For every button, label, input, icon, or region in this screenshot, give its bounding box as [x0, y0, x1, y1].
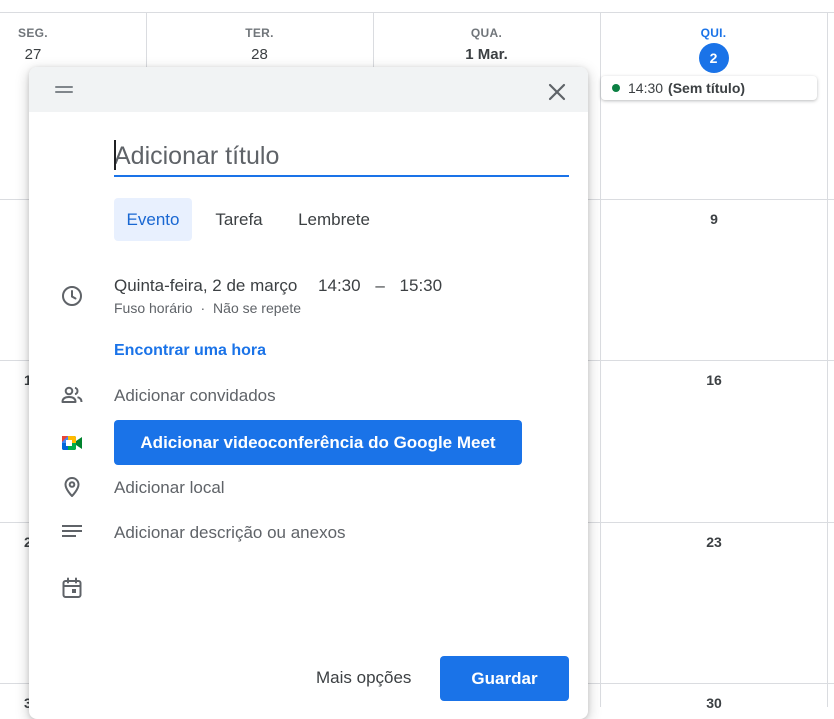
- cell-date[interactable]: 23: [699, 534, 729, 550]
- event-date[interactable]: Quinta-feira, 2 de março: [114, 276, 297, 295]
- more-options-button[interactable]: Mais opções: [316, 668, 411, 688]
- event-chip[interactable]: 14:30 (Sem título): [601, 76, 817, 100]
- tab-task[interactable]: Tarefa: [204, 198, 274, 241]
- tab-reminder[interactable]: Lembrete: [288, 198, 380, 241]
- dialog-header[interactable]: [29, 67, 588, 112]
- event-color-dot: [612, 84, 620, 92]
- add-description-field[interactable]: Adicionar descrição ou anexos: [114, 523, 346, 543]
- cell-date[interactable]: 30: [699, 695, 729, 711]
- event-start-time[interactable]: 14:30: [318, 276, 361, 295]
- day-header-monday[interactable]: SEG. 27: [0, 26, 66, 63]
- day-of-week: TER.: [245, 26, 274, 40]
- find-time-link[interactable]: Encontrar uma hora: [114, 342, 266, 360]
- tab-event[interactable]: Evento: [114, 198, 192, 241]
- text-cursor: [114, 140, 116, 170]
- day-number[interactable]: 27: [0, 46, 66, 63]
- timezone-link[interactable]: Fuso horário: [114, 300, 193, 316]
- save-button[interactable]: Guardar: [440, 656, 569, 701]
- day-of-week: QUA.: [470, 26, 503, 40]
- add-google-meet-button[interactable]: Adicionar videoconferência do Google Mee…: [114, 420, 522, 465]
- cell-date[interactable]: 9: [699, 211, 729, 227]
- people-icon: [61, 386, 83, 403]
- day-header-thursday[interactable]: QUI. 2: [600, 26, 827, 73]
- title-input[interactable]: [114, 137, 569, 177]
- today-date-badge[interactable]: 2: [698, 43, 729, 73]
- calendar-icon[interactable]: [60, 576, 84, 600]
- description-icon: [62, 525, 82, 537]
- day-of-week: QUI.: [700, 26, 727, 40]
- event-end-time[interactable]: 15:30: [400, 276, 443, 295]
- close-icon: [548, 83, 566, 101]
- drag-handle-icon[interactable]: [55, 86, 73, 94]
- add-guests-field[interactable]: Adicionar convidados: [114, 386, 276, 406]
- day-header-wednesday[interactable]: QUA. 1 Mar.: [373, 26, 600, 63]
- event-time: 14:30: [628, 80, 664, 96]
- add-location-field[interactable]: Adicionar local: [114, 478, 225, 498]
- day-header-tuesday[interactable]: TER. 28: [146, 26, 373, 63]
- day-number[interactable]: 28: [146, 46, 373, 63]
- cell-date[interactable]: 16: [699, 372, 729, 388]
- datetime-options: Fuso horário · Não se repete: [114, 300, 301, 316]
- google-meet-icon: [62, 436, 82, 450]
- day-number[interactable]: 1 Mar.: [373, 46, 600, 63]
- event-title: (Sem título): [668, 80, 746, 96]
- grid-line: [0, 12, 834, 13]
- location-pin-icon: [64, 477, 80, 497]
- close-button[interactable]: [543, 78, 571, 106]
- recurrence-link[interactable]: Não se repete: [213, 300, 301, 316]
- quick-event-dialog: Evento Tarefa Lembrete Quinta-feira, 2 d…: [29, 67, 588, 719]
- separator-dot: ·: [200, 300, 206, 316]
- clock-icon: [62, 286, 82, 306]
- day-of-week: SEG.: [18, 26, 48, 40]
- event-datetime: Quinta-feira, 2 de março 14:30 – 15:30: [114, 276, 442, 296]
- time-separator: –: [375, 276, 385, 295]
